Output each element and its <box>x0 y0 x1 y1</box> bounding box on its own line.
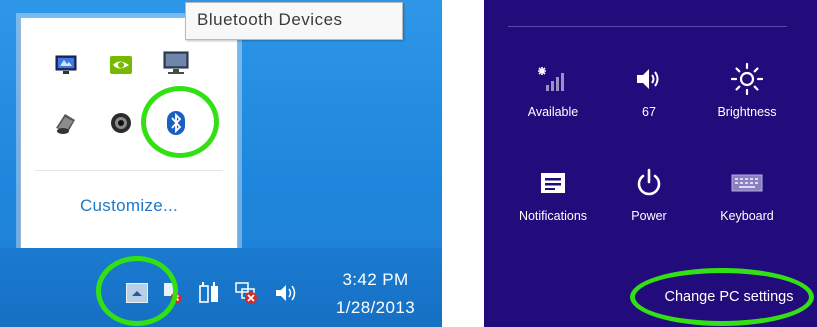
qs-keyboard[interactable]: Keyboard <box>692 166 802 223</box>
power-icon <box>594 166 704 200</box>
volume-icon[interactable] <box>274 282 300 304</box>
nvidia-icon[interactable] <box>106 50 136 80</box>
qs-notifications[interactable]: Notifications <box>498 166 608 223</box>
display-icon[interactable] <box>161 48 191 78</box>
change-settings-highlight-circle <box>630 268 814 326</box>
power-plug-icon[interactable] <box>198 279 220 305</box>
webcam-icon[interactable] <box>106 108 136 138</box>
brightness-icon <box>692 62 802 96</box>
network-monitor-icon[interactable] <box>51 50 81 80</box>
qs-brightness-label: Brightness <box>717 105 777 119</box>
qs-volume-label: 67 <box>642 105 656 119</box>
bluetooth-tooltip: Bluetooth Devices <box>185 2 403 40</box>
speaker-device-icon[interactable] <box>51 108 81 138</box>
qs-power[interactable]: Power <box>594 166 704 223</box>
qs-notifications-label: Notifications <box>518 209 588 223</box>
clock-time[interactable]: 3:42 PM <box>318 270 433 290</box>
settings-charm-panel: Available 67 Brightness Notifications Po… <box>484 0 817 327</box>
qs-network-label: Available <box>527 105 579 119</box>
qs-power-label: Power <box>631 209 667 223</box>
qs-keyboard-label: Keyboard <box>720 209 774 223</box>
desktop-tray-panel: Customize... Bluetooth Devices 3:42 PM 1… <box>0 0 442 327</box>
notifications-icon <box>498 166 608 200</box>
signal-icon <box>498 62 608 96</box>
keyboard-icon <box>692 166 802 200</box>
qs-network[interactable]: Available <box>498 62 608 119</box>
customize-link[interactable]: Customize... <box>21 196 237 216</box>
qs-brightness[interactable]: Brightness <box>692 62 802 119</box>
charm-top-rule <box>508 26 787 27</box>
chevron-highlight-circle <box>96 256 178 326</box>
clock-date[interactable]: 1/28/2013 <box>318 298 433 318</box>
qs-volume[interactable]: 67 <box>594 62 704 119</box>
popup-divider <box>35 170 223 171</box>
volume-icon <box>594 62 704 96</box>
network-error-icon[interactable] <box>234 280 260 306</box>
bluetooth-highlight-circle <box>141 86 219 158</box>
